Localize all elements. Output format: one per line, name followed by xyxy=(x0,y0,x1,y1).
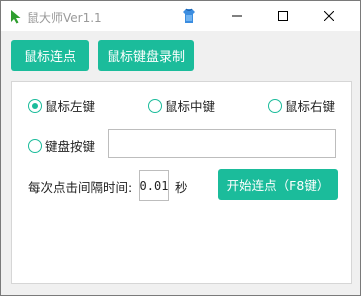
radio-circle-selected xyxy=(28,98,42,113)
close-icon xyxy=(324,11,334,21)
title-bar[interactable]: 鼠大师Ver1.1 xyxy=(1,1,360,31)
radio-label: 键盘按键 xyxy=(45,139,96,154)
radio-right-button[interactable]: 鼠标右键 xyxy=(268,96,335,115)
click-settings-panel: 鼠标左键 鼠标中键 鼠标右键 键盘按键 每次点击间隔时间: 0.01 秒 开始连… xyxy=(11,81,352,284)
interval-input[interactable]: 0.01 xyxy=(139,170,169,201)
maximize-button[interactable] xyxy=(260,1,306,31)
window-title: 鼠大师Ver1.1 xyxy=(27,11,102,25)
minimize-icon xyxy=(232,15,242,17)
app-window: 鼠大师Ver1.1 鼠标连点 鼠标键盘录制 鼠标左键 鼠标中键 鼠标右键 键盘按… xyxy=(0,0,361,296)
keyboard-key-input[interactable] xyxy=(108,129,336,158)
radio-dot xyxy=(32,102,38,109)
radio-left-button[interactable]: 鼠标左键 xyxy=(28,96,95,115)
shirt-icon[interactable] xyxy=(182,8,196,24)
radio-circle xyxy=(148,98,162,113)
radio-label: 鼠标右键 xyxy=(285,99,336,114)
interval-unit: 秒 xyxy=(175,180,188,195)
maximize-icon xyxy=(278,11,288,21)
close-button[interactable] xyxy=(306,1,352,31)
interval-label: 每次点击间隔时间: xyxy=(28,180,133,195)
radio-middle-button[interactable]: 鼠标中键 xyxy=(148,96,215,115)
radio-keyboard-key[interactable]: 键盘按键 xyxy=(28,136,95,155)
cursor-arrow-icon xyxy=(11,10,21,24)
radio-circle xyxy=(268,98,282,113)
tab-mouse-keyboard-record[interactable]: 鼠标键盘录制 xyxy=(98,40,194,71)
start-clicking-button[interactable]: 开始连点（F8键） xyxy=(218,169,338,200)
radio-circle xyxy=(28,138,42,153)
minimize-button[interactable] xyxy=(214,1,260,31)
radio-label: 鼠标中键 xyxy=(165,99,216,114)
radio-label: 鼠标左键 xyxy=(45,99,96,114)
tab-mouse-click[interactable]: 鼠标连点 xyxy=(11,40,89,71)
